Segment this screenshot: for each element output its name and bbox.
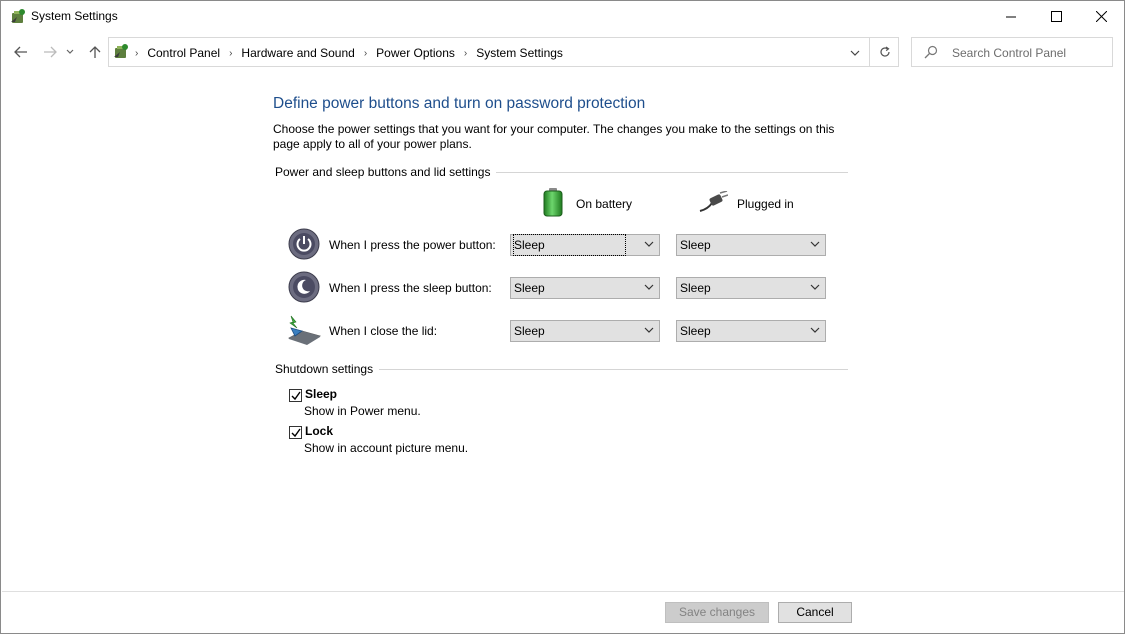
column-header-on-battery: On battery: [541, 187, 632, 220]
address-dropdown-button[interactable]: [846, 44, 864, 62]
footer-divider: [2, 591, 1124, 592]
select-value: Sleep: [680, 324, 711, 338]
power-button-label: When I press the power button:: [329, 238, 496, 252]
forward-arrow-icon: [44, 46, 57, 58]
battery-icon: [541, 187, 565, 220]
select-value: Sleep: [680, 281, 711, 295]
on-battery-label: On battery: [576, 196, 633, 211]
up-button[interactable]: [84, 42, 106, 62]
breadcrumb-separator-icon: ›: [463, 47, 468, 59]
select-value: Sleep: [514, 324, 545, 338]
title-bar: System Settings: [1, 1, 1124, 32]
chevron-down-icon: [66, 49, 74, 54]
window-title: System Settings: [31, 9, 118, 23]
page-title: Define power buttons and turn on passwor…: [273, 95, 646, 112]
close-lid-plugged-in-select[interactable]: Sleep: [676, 320, 826, 342]
minimize-button[interactable]: [988, 1, 1034, 32]
recent-locations-button[interactable]: [63, 42, 77, 62]
close-lid-on-battery-select[interactable]: Sleep: [510, 320, 660, 342]
back-arrow-icon: [14, 46, 27, 58]
lock-option-description: Show in account picture menu.: [304, 441, 469, 455]
cancel-button[interactable]: Cancel: [778, 602, 852, 623]
power-plug-icon: [698, 190, 729, 216]
chevron-down-icon: [644, 284, 654, 290]
sleep-option-title[interactable]: Sleep: [305, 387, 337, 401]
maximize-icon: [1050, 11, 1062, 22]
select-value: Sleep: [680, 238, 711, 252]
breadcrumb-system-settings[interactable]: System Settings: [476, 46, 563, 60]
back-button[interactable]: [10, 42, 32, 62]
refresh-icon: [879, 46, 890, 57]
breadcrumb-separator-icon: ›: [229, 47, 233, 59]
power-group-label: Power and sleep buttons and lid settings: [275, 165, 497, 179]
control-panel-icon: [112, 43, 130, 61]
power-options-app-icon: [9, 8, 27, 26]
refresh-button[interactable]: [869, 38, 899, 66]
system-settings-window: System Settings › Control Panel › Hardwa…: [0, 0, 1125, 634]
maximize-button[interactable]: [1033, 1, 1079, 32]
breadcrumb-control-panel[interactable]: Control Panel: [147, 46, 220, 60]
chevron-down-icon: [810, 241, 820, 247]
column-header-plugged-in: Plugged in: [698, 190, 794, 216]
checkmark-icon: [291, 428, 301, 438]
chevron-down-icon: [810, 284, 820, 290]
address-bar[interactable]: › Control Panel › Hardware and Sound › P…: [108, 37, 899, 67]
power-button-plugged-in-select[interactable]: Sleep: [676, 234, 826, 256]
sleep-button-plugged-in-select[interactable]: Sleep: [676, 277, 826, 299]
chevron-down-icon: [810, 327, 820, 333]
breadcrumb-separator-icon: ›: [135, 47, 139, 59]
chevron-down-icon: [644, 241, 654, 247]
laptop-lid-icon: [287, 314, 321, 346]
chevron-down-icon: [644, 327, 654, 333]
breadcrumb: › Control Panel › Hardware and Sound › P…: [133, 46, 563, 60]
power-button-on-battery-select[interactable]: Sleep: [510, 234, 660, 256]
minimize-icon: [1006, 16, 1016, 17]
navigation-bar: › Control Panel › Hardware and Sound › P…: [1, 34, 1124, 70]
breadcrumb-power-options[interactable]: Power Options: [376, 46, 455, 60]
sleep-option-description: Show in Power menu.: [304, 404, 421, 418]
page-description: Choose the power settings that you want …: [273, 122, 835, 151]
lock-option-title[interactable]: Lock: [305, 424, 333, 438]
close-icon: [1095, 11, 1107, 22]
close-lid-label: When I close the lid:: [329, 324, 438, 338]
checkmark-icon: [291, 391, 301, 401]
sleep-button-on-battery-select[interactable]: Sleep: [510, 277, 660, 299]
sleep-button-label: When I press the sleep button:: [329, 281, 492, 295]
chevron-down-icon: [850, 50, 860, 56]
select-value: Sleep: [514, 281, 545, 295]
close-button[interactable]: [1078, 1, 1124, 32]
save-changes-button[interactable]: Save changes: [665, 602, 769, 623]
breadcrumb-hardware-and-sound[interactable]: Hardware and Sound: [241, 46, 354, 60]
forward-button[interactable]: [39, 42, 61, 62]
breadcrumb-separator-icon: ›: [363, 47, 368, 59]
up-arrow-icon: [89, 46, 101, 58]
search-placeholder: Search Control Panel: [952, 46, 1067, 60]
search-input[interactable]: Search Control Panel: [911, 37, 1113, 67]
sleep-button-icon: [288, 271, 320, 303]
sleep-checkbox[interactable]: [289, 389, 302, 402]
plugged-in-label: Plugged in: [737, 196, 794, 211]
shutdown-group-label: Shutdown settings: [275, 362, 380, 376]
power-button-icon: [288, 228, 320, 260]
search-icon: [924, 45, 938, 62]
lock-checkbox[interactable]: [289, 426, 302, 439]
select-value: Sleep: [513, 234, 626, 256]
